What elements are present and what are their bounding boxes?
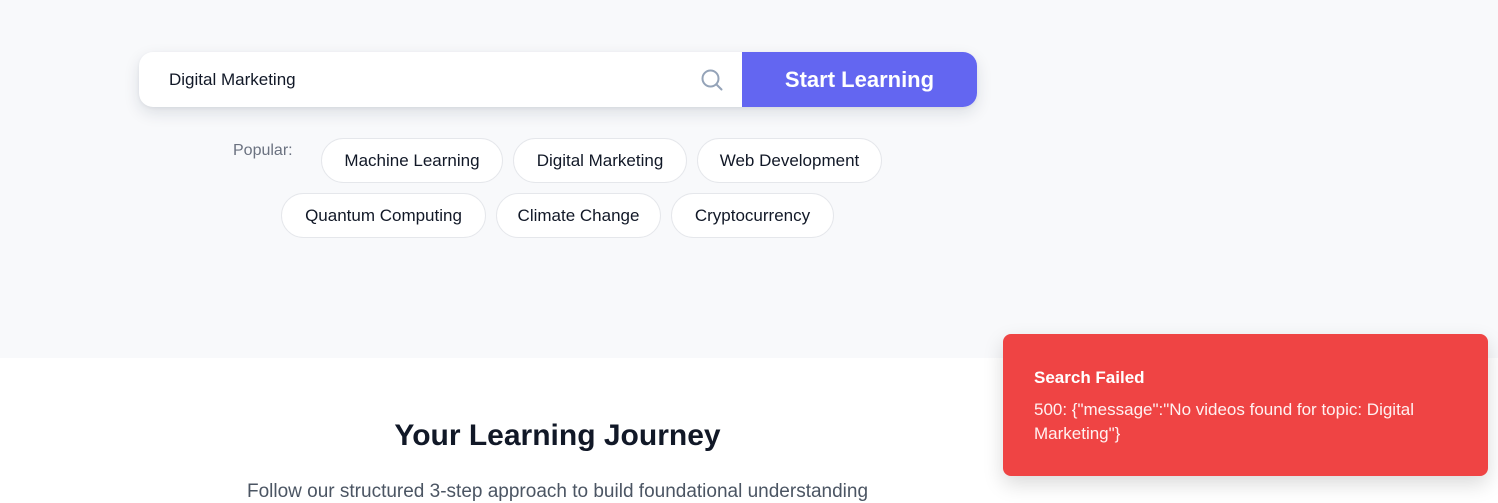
popular-topic-chip[interactable]: Cryptocurrency — [671, 193, 834, 238]
toast-title: Search Failed — [1034, 368, 1145, 387]
start-learning-button[interactable]: Start Learning — [742, 52, 977, 107]
popular-label: Popular: — [233, 142, 293, 159]
journey-description: Follow our structured 3-step approach to… — [246, 481, 869, 502]
hero-section: Start Learning Popular: Machine Learning… — [0, 0, 1498, 358]
toast-message: 500: {"message":"No videos found for top… — [1034, 400, 1415, 443]
popular-topic-chip[interactable]: Machine Learning — [321, 138, 503, 183]
search-icon[interactable] — [682, 52, 742, 107]
search-bar: Start Learning — [139, 52, 977, 107]
popular-topic-chip[interactable]: Digital Marketing — [513, 138, 687, 183]
popular-topic-chip[interactable]: Web Development — [697, 138, 882, 183]
error-toast[interactable]: Search Failed 500: {"message":"No videos… — [1003, 334, 1488, 476]
popular-topic-chip[interactable]: Quantum Computing — [281, 193, 486, 238]
popular-topic-chip[interactable]: Climate Change — [496, 193, 661, 238]
search-input[interactable] — [139, 52, 682, 107]
journey-title: Your Learning Journey — [394, 419, 721, 452]
